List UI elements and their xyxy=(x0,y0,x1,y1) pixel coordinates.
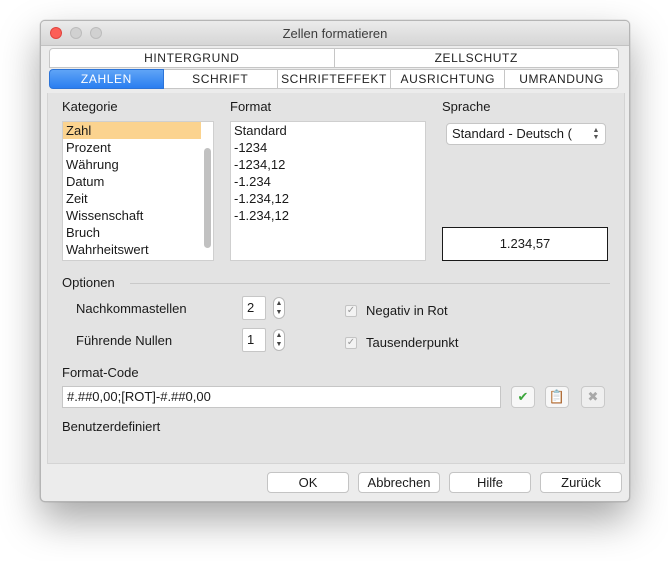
format-item[interactable]: Standard xyxy=(231,122,425,139)
numbers-panel: Kategorie Zahl Prozent Währung Datum Zei… xyxy=(47,93,625,464)
category-list[interactable]: Zahl Prozent Währung Datum Zeit Wissensc… xyxy=(62,121,214,261)
category-label: Kategorie xyxy=(62,99,118,114)
updown-chevron-icon: ▲ ▼ xyxy=(592,127,600,141)
decimal-places-stepper[interactable]: ▲ ▼ xyxy=(273,297,285,319)
format-code-input[interactable]: #.##0,00;[ROT]-#.##0,00 xyxy=(62,386,501,408)
delete-format-button[interactable]: ✖ xyxy=(581,386,605,408)
close-icon: ✖ xyxy=(587,389,599,404)
decimal-places-field[interactable]: 2 xyxy=(242,296,266,320)
category-item-bruch[interactable]: Bruch xyxy=(63,224,213,241)
category-item-zeit[interactable]: Zeit xyxy=(63,190,213,207)
category-item-wahrheitswert[interactable]: Wahrheitswert xyxy=(63,241,213,258)
negative-red-label: Negativ in Rot xyxy=(366,303,448,318)
tab-umrandung[interactable]: Umrandung xyxy=(505,69,619,89)
category-item-waehrung[interactable]: Währung xyxy=(63,156,213,173)
language-value: Standard - Deutsch ( xyxy=(452,126,572,141)
tab-ausrichtung[interactable]: Ausrichtung xyxy=(391,69,506,89)
tab-hintergrund[interactable]: Hintergrund xyxy=(49,48,335,68)
tab-zahlen[interactable]: Zahlen xyxy=(49,69,164,89)
tab-row-bottom: Zahlen Schrift Schrifteffekt Ausrichtung… xyxy=(49,69,619,89)
decimal-places-label: Nachkommastellen xyxy=(76,301,187,316)
thousands-separator-checkbox[interactable]: ✓ xyxy=(345,337,357,349)
category-item-datum[interactable]: Datum xyxy=(63,173,213,190)
format-preview: 1.234,57 xyxy=(442,227,608,261)
options-divider xyxy=(130,283,610,284)
format-code-description: Benutzerdefiniert xyxy=(62,419,161,434)
thousands-separator-label: Tausenderpunkt xyxy=(366,335,459,350)
language-label: Sprache xyxy=(442,99,491,114)
help-button[interactable]: Hilfe xyxy=(449,472,531,493)
format-label: Format xyxy=(230,99,272,114)
format-item[interactable]: -1234 xyxy=(231,139,425,156)
tab-row-top: Hintergrund Zellschutz xyxy=(49,48,619,68)
tab-zellschutz[interactable]: Zellschutz xyxy=(334,48,619,68)
format-item[interactable]: -1.234,12 xyxy=(231,190,425,207)
leading-zeros-label: Führende Nullen xyxy=(76,333,173,348)
language-select[interactable]: Standard - Deutsch ( ▲ ▼ xyxy=(446,123,606,145)
title-bar[interactable]: Zellen formatieren xyxy=(41,21,629,46)
tab-schrifteffekt[interactable]: Schrifteffekt xyxy=(277,69,392,89)
format-item[interactable]: -1.234,12 xyxy=(231,207,425,224)
negative-red-checkbox[interactable]: ✓ xyxy=(345,305,357,317)
back-button[interactable]: Zurück xyxy=(540,472,622,493)
category-item-wissenschaft[interactable]: Wissenschaft xyxy=(63,207,213,224)
ok-button[interactable]: OK xyxy=(267,472,349,493)
leading-zeros-stepper[interactable]: ▲ ▼ xyxy=(273,329,285,351)
category-scrollbar[interactable] xyxy=(204,148,211,248)
category-item-prozent[interactable]: Prozent xyxy=(63,139,213,156)
cancel-button[interactable]: Abbrechen xyxy=(358,472,440,493)
accept-format-button[interactable]: ✔ xyxy=(511,386,535,408)
tab-schrift[interactable]: Schrift xyxy=(163,69,278,89)
format-item[interactable]: -1.234 xyxy=(231,173,425,190)
clipboard-icon: 📋 xyxy=(548,389,566,404)
format-item[interactable]: -1234,12 xyxy=(231,156,425,173)
checkmark-icon: ✔ xyxy=(517,389,529,404)
window-title: Zellen formatieren xyxy=(282,26,388,41)
format-cells-dialog: Zellen formatieren Hintergrund Zellschut… xyxy=(40,20,630,502)
options-label: Optionen xyxy=(62,275,115,290)
edit-comment-button[interactable]: 📋 xyxy=(545,386,569,408)
leading-zeros-field[interactable]: 1 xyxy=(242,328,266,352)
category-item-zahl[interactable]: Zahl xyxy=(63,122,201,139)
format-list[interactable]: Standard -1234 -1234,12 -1.234 -1.234,12… xyxy=(230,121,426,261)
format-code-label: Format-Code xyxy=(62,365,139,380)
